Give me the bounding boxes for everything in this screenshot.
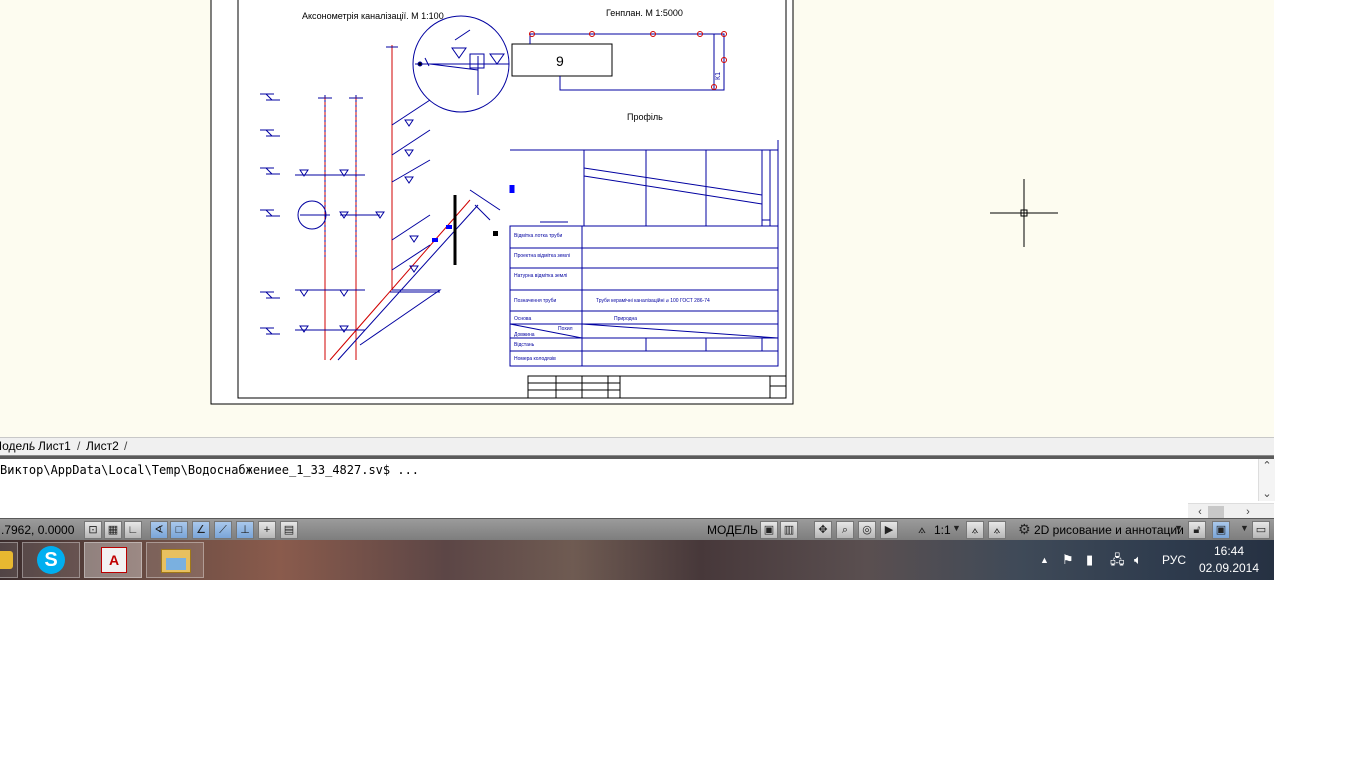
base-value: Природна (614, 316, 637, 322)
scroll-down-icon[interactable]: ⌄ (1259, 487, 1275, 501)
scroll-up-icon[interactable]: ⌃ (1259, 459, 1275, 473)
dynamic-input-icon[interactable]: + (258, 521, 276, 539)
clock-time: 16:44 (1213, 544, 1245, 558)
folder-icon (0, 551, 13, 569)
lock-icon[interactable]: 🔓︎ (1188, 521, 1206, 539)
skype-icon: S (37, 546, 65, 574)
polar-tracking-icon[interactable]: ∢ (150, 521, 168, 539)
annotation-scale-icon: ⟑ (918, 521, 926, 536)
windows-taskbar: S A ▲ ⚑ ▮ 🖧︎ 🔈︎ РУС 16:44 02.09.2014 (0, 540, 1274, 580)
row-label-2: Проектна відмітка землі (514, 253, 570, 259)
infer-constraints-icon[interactable]: ⊡ (84, 521, 102, 539)
drawing-svg: Аксонометрія каналізації. М 1:100 Генпла… (210, 0, 1058, 405)
layouts-icon[interactable]: ▥ (780, 521, 798, 539)
status-bar: .7962, 0.0000 ⊡ ▦ ∟ ∢ □ ∠ ⟋ ⊥ + ▤ МОДЕЛЬ… (0, 518, 1274, 541)
workspace-chevron-icon[interactable]: ▼ (1174, 523, 1183, 533)
clock-date: 02.09.2014 (1198, 561, 1260, 575)
pipe-spec: Труби керамічні каналізаційні ⌀ 100 ГОСТ… (596, 297, 710, 304)
show-hidden-icons-icon[interactable]: ▲ (1040, 540, 1049, 580)
scroll-thumb[interactable] (1208, 506, 1224, 518)
taskbar-app-skype[interactable]: S (22, 542, 80, 578)
command-vertical-scrollbar[interactable]: ⌃ ⌄ (1258, 459, 1275, 501)
action-center-flag-icon[interactable]: ⚑ (1062, 540, 1074, 580)
chevron-down-icon[interactable]: ▼ (952, 523, 961, 533)
showmotion-icon[interactable]: ▶ (880, 521, 898, 539)
annotation-visibility-icon[interactable]: ⟑ (966, 521, 984, 539)
crosshair-cursor (990, 179, 1058, 247)
taskbar-app-autocad[interactable]: A (84, 542, 142, 578)
auto-scale-icon[interactable]: ⟑ (988, 521, 1006, 539)
grid-icon[interactable]: ▦ (104, 521, 122, 539)
pan-icon[interactable]: ✥ (814, 521, 832, 539)
status-menu-chevron-icon[interactable]: ▼ (1240, 523, 1249, 533)
layout-tabs: Модель Лист1 Лист2 / (0, 437, 1274, 456)
scroll-right-icon[interactable]: › (1240, 505, 1256, 519)
model-space-button[interactable]: МОДЕЛЬ (704, 521, 761, 539)
hardware-acceleration-icon[interactable]: ▣ (1212, 521, 1230, 539)
row-label-3: Натурна відмітка землі (514, 273, 567, 279)
axonometry-title: Аксонометрія каналізації. М 1:100 (302, 11, 444, 21)
3d-osnap-icon[interactable]: ∠ (192, 521, 210, 539)
volume-icon[interactable]: 🔈︎ (1134, 540, 1142, 580)
steering-wheel-icon[interactable]: ◎ (858, 521, 876, 539)
tab-sheet1[interactable]: Лист1 (29, 438, 77, 454)
layout-icon[interactable]: ▣ (760, 521, 778, 539)
row-label-1: Відмітка лотка труби (514, 233, 563, 239)
object-snap-icon[interactable]: □ (170, 521, 188, 539)
taskbar-app-explorer[interactable] (146, 542, 204, 578)
network-icon[interactable]: 🖧︎ (1110, 540, 1125, 580)
genplan-title: Генплан. М 1:5000 (606, 8, 683, 18)
workspace-dropdown[interactable]: 2D рисование и аннотации (1034, 521, 1184, 539)
clock[interactable]: 16:44 02.09.2014 (1196, 543, 1262, 577)
object-snap-tracking-icon[interactable]: ⟋ (214, 521, 232, 539)
row-label-5: Основа (514, 316, 532, 322)
row-label-8: Відстань (514, 342, 535, 348)
tab-separator: / (124, 439, 128, 453)
power-icon[interactable]: ▮ (1086, 540, 1093, 580)
command-history-text: Виктор\AppData\Local\Temp\Водоснабжениее… (0, 463, 420, 477)
profile-title: Профіль (627, 112, 663, 122)
clean-screen-icon[interactable]: ▭ (1252, 521, 1270, 539)
zoom-icon[interactable]: ⌕ (836, 521, 854, 539)
file-explorer-icon (161, 549, 191, 573)
k1-label: К1 (715, 72, 722, 80)
scroll-left-icon[interactable]: ‹ (1192, 505, 1208, 519)
dynamic-ucs-icon[interactable]: ⊥ (236, 521, 254, 539)
row-label-7: Довжина (514, 332, 535, 338)
tab-sheet2[interactable]: Лист2 (77, 438, 125, 454)
annotation-scale-dropdown[interactable]: 1:1 (934, 521, 951, 539)
drawing-canvas[interactable]: Аксонометрія каналізації. М 1:100 Генпла… (0, 0, 1274, 437)
gear-icon[interactable]: ⚙ (1018, 521, 1031, 538)
building-number: 9 (556, 53, 564, 69)
language-indicator[interactable]: РУС (1162, 540, 1186, 580)
lineweight-icon[interactable]: ▤ (280, 521, 298, 539)
row-label-6: Похил (558, 326, 573, 332)
row-label-9: Номера колодязів (514, 356, 556, 362)
taskbar-app-folder[interactable] (0, 542, 18, 578)
command-line[interactable]: Виктор\AppData\Local\Temp\Водоснабжениее… (0, 456, 1275, 521)
autocad-icon: A (101, 547, 127, 573)
ortho-icon[interactable]: ∟ (124, 521, 142, 539)
coordinates-readout[interactable]: .7962, 0.0000 (0, 519, 74, 541)
row-label-4: Позначення труби (514, 298, 556, 304)
